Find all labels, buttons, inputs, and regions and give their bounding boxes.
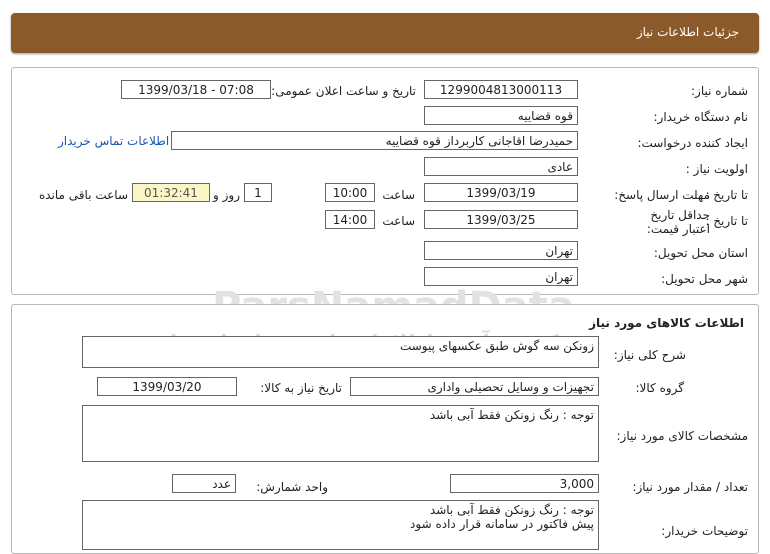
qty-label: تعداد / مقدار مورد نیاز: (632, 480, 748, 494)
group-label: گروه کالا: (635, 381, 685, 395)
priority-label: اولویت نیاز : (685, 162, 748, 176)
buyer-notes-line-2: پیش فاکتور در سامانه قرار داده شود (410, 517, 594, 531)
need-date-field: 1399/03/20 (97, 377, 237, 396)
validity-time-field: 14:00 (325, 210, 375, 229)
send-to-date-label: تا تاریخ : (705, 188, 748, 202)
summary-field: زونکن سه گوش طبق عکسهای پیوست (82, 336, 599, 368)
summary-label: شرح کلی نیاز: (613, 348, 686, 362)
send-time-field: 10:00 (325, 183, 375, 202)
province-field: تهران (424, 241, 578, 260)
province-label: استان محل تحویل: (653, 246, 748, 260)
announce-label: تاریخ و ساعت اعلان عمومی: (271, 84, 416, 98)
unit-label: واحد شمارش: (256, 480, 328, 494)
need-date-label: تاریخ نیاز به کالا: (260, 381, 342, 395)
specs-field: توجه : رنگ زونکن فقط آبی باشد (82, 405, 599, 462)
validity-to-date-label: تا تاریخ : (705, 214, 748, 228)
validity-label: حداقل تاریخ اعتبار قیمت: (646, 208, 710, 236)
day-and-label: روز و (213, 188, 240, 202)
group-field: تجهیزات و وسایل تحصیلی واداری (350, 377, 599, 396)
buyer-notes-field: توجه : رنگ زونکن فقط آبی باشد پیش فاکتور… (82, 500, 599, 550)
buyer-notes-label: توضیحات خریدار: (661, 524, 748, 538)
send-date-field: 1399/03/19 (424, 183, 578, 202)
priority-field: عادی (424, 157, 578, 176)
specs-label: مشخصات کالای مورد نیاز: (616, 429, 748, 443)
need-number-label: شماره نیاز: (691, 84, 748, 98)
validity-date-field: 1399/03/25 (424, 210, 578, 229)
days-field: 1 (244, 183, 272, 202)
remaining-label: ساعت باقی مانده (38, 188, 128, 202)
qty-field: 3,000 (450, 474, 599, 493)
validity-time-label: ساعت (382, 214, 415, 228)
send-deadline-label: مهلت ارسال پاسخ: (614, 188, 710, 202)
header-title: جزئیات اطلاعات نیاز (636, 25, 739, 39)
buyer-notes-line-1: توجه : رنگ زونکن فقط آبی باشد (429, 503, 594, 517)
unit-field: عدد (172, 474, 236, 493)
goods-section-title: اطلاعات کالاهای مورد نیاز (589, 316, 744, 330)
requester-field: حمیدرضا اقاجانی کاربرداز قوه قضاییه (171, 131, 578, 150)
city-label: شهر محل تحویل: (661, 272, 748, 286)
requester-label: ایجاد کننده درخواست: (637, 136, 748, 150)
remaining-time-field: 01:32:41 (132, 183, 210, 202)
city-field: تهران (424, 267, 578, 286)
page-header: جزئیات اطلاعات نیاز (11, 13, 759, 53)
buyer-org-label: نام دستگاه خریدار: (653, 110, 749, 124)
contact-info-link[interactable]: اطلاعات تماس خریدار (58, 134, 169, 148)
buyer-org-field: قوه قضاییه (424, 106, 578, 125)
need-info-panel (11, 67, 759, 295)
announce-field: 1399/03/18 - 07:08 (121, 80, 271, 99)
send-time-label: ساعت (382, 188, 415, 202)
need-number-field: 1299004813000113 (424, 80, 578, 99)
